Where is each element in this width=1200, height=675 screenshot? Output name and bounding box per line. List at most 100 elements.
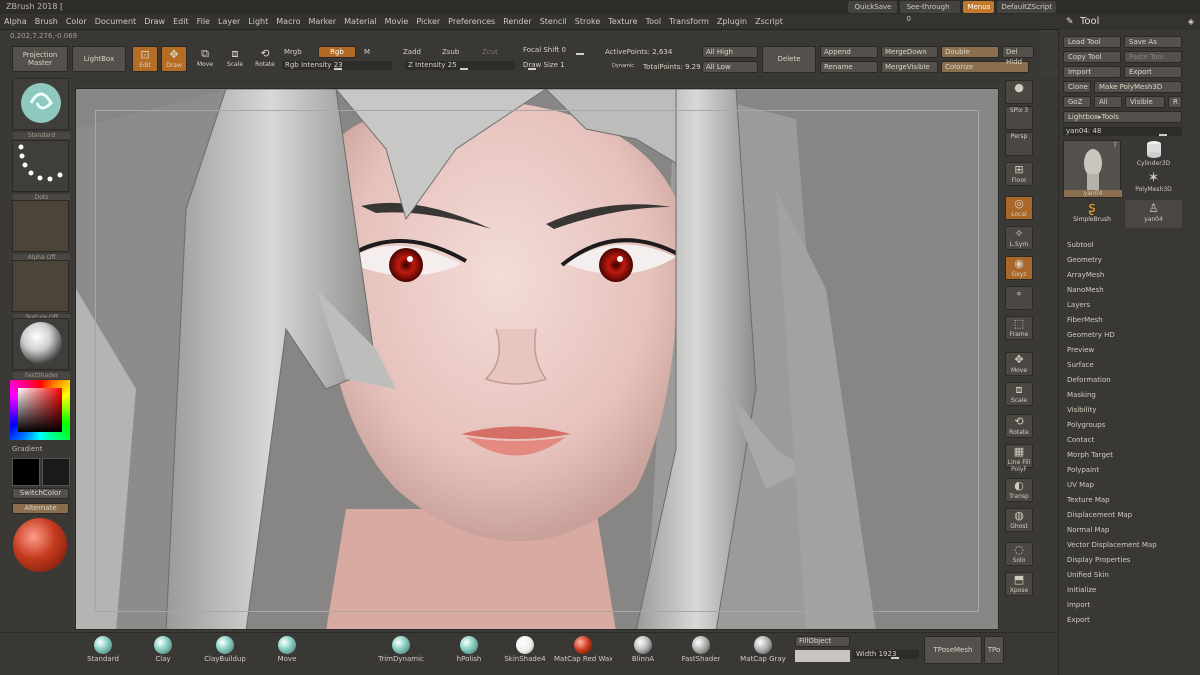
rename-button[interactable]: Rename [820,61,878,73]
subpalette-initialize[interactable]: Initialize [1067,583,1197,598]
menu-stroke[interactable]: Stroke [571,14,605,30]
goz-r-button[interactable]: R [1168,96,1182,108]
menu-tool[interactable]: Tool [642,14,666,30]
color-picker[interactable] [10,380,70,440]
subpalette-nanomesh[interactable]: NanoMesh [1067,283,1197,298]
zadd-toggle[interactable]: Zadd [403,48,421,56]
menu-document[interactable]: Document [91,14,140,30]
draw-size-knob[interactable] [528,68,536,70]
subpalette-arraymesh[interactable]: ArrayMesh [1067,268,1197,283]
gradient-toggle[interactable]: Gradient [12,445,42,453]
tpose-secondary-button[interactable]: TPo [984,636,1004,664]
right-tray-button-item-0[interactable]: ● [1005,80,1033,104]
m-toggle[interactable]: M [364,48,370,56]
menu-texture[interactable]: Texture [604,14,641,30]
draw-size-slider[interactable]: Draw Size 1 [520,61,600,70]
right-tray-button-l-sym[interactable]: ✧ L.Sym [1005,226,1033,250]
right-tray-button-ghost[interactable]: ◍ Ghost [1005,508,1033,532]
material-thumbnail[interactable]: FastShader [12,318,70,379]
menu-light[interactable]: Light [244,14,272,30]
brush-thumbnail[interactable]: Standard [12,78,70,139]
alpha-thumbnail[interactable]: Alpha Off [12,200,70,261]
current-tool-knob[interactable] [1159,134,1167,136]
subpalette-preview[interactable]: Preview [1067,343,1197,358]
stroke-thumbnail[interactable]: Dots [12,140,70,201]
del-hidden-button[interactable]: Del Hidd [1002,46,1034,66]
menu-marker[interactable]: Marker [304,14,340,30]
subpalette-polypaint[interactable]: Polypaint [1067,463,1197,478]
secondary-color-swatch[interactable] [42,458,70,486]
switch-color-button[interactable]: SwitchColor [12,488,69,499]
main-color-swatch[interactable] [12,458,40,486]
subpalette-unified-skin[interactable]: Unified Skin [1067,568,1197,583]
menu-edit[interactable]: Edit [169,14,193,30]
subpalette-deformation[interactable]: Deformation [1067,373,1197,388]
material-slot-matcap-red-wax[interactable]: MatCap Red Wax [554,634,612,668]
export-button[interactable]: Export [1124,66,1182,78]
delete-button[interactable]: Delete [762,46,816,73]
scale-mode-button[interactable]: ⧈ Scale [222,46,248,72]
lightbox-tools-button[interactable]: Lightbox▸Tools [1063,111,1182,123]
material-slot-matcap-gray[interactable]: MatCap Gray [734,634,792,668]
brush-slot-standard[interactable]: Standard [74,634,132,668]
material-slot-blinna[interactable]: BlinnA [614,634,672,668]
material-slot-fastshader[interactable]: FastShader [672,634,730,668]
menu-zscript[interactable]: Zscript [751,14,787,30]
dynamic-toggle[interactable]: Dynamic [612,63,634,69]
right-tray-button-local[interactable]: ◎ Local [1005,196,1033,220]
load-tool-button[interactable]: Load Tool [1063,36,1121,48]
clone-button[interactable]: Clone [1063,81,1091,93]
material-slot-skinshade4[interactable]: SkinShade4 [496,634,554,668]
rotate-mode-button[interactable]: ⟲ Rotate [252,46,278,72]
menu-transform[interactable]: Transform [665,14,713,30]
append-button[interactable]: Append [820,46,878,58]
width-slider[interactable]: Width 1923 [853,650,919,659]
right-tray-button-spix-3[interactable]: SPix 3 [1005,106,1033,130]
z-intensity-knob[interactable] [460,68,468,70]
projection-master-button[interactable]: Projection Master [12,46,68,72]
subpalette-export[interactable]: Export [1067,613,1197,628]
brush-slot-hpolish[interactable]: hPolish [440,634,498,668]
width-knob[interactable] [891,657,899,659]
tool-thumb-polymesh[interactable]: ✶ PolyMesh3D [1125,170,1182,198]
subpalette-geometry[interactable]: Geometry [1067,253,1197,268]
fill-object-button[interactable]: FillObject [795,636,850,647]
goz-visible-button[interactable]: Visible [1125,96,1165,108]
brush-slot-trimdynamic[interactable]: TrimDynamic [372,634,430,668]
menu-picker[interactable]: Picker [412,14,444,30]
rgb-intensity-slider[interactable]: Rgb Intensity 23 [282,61,392,70]
brush-slot-move[interactable]: Move [258,634,316,668]
tool-thumb-simplebrush[interactable]: ʂ SimpleBrush [1063,200,1121,228]
brush-slot-claybuildup[interactable]: ClayBuildup [196,634,254,668]
draw-mode-button[interactable]: ✥ Draw [161,46,187,72]
right-tray-button-solo[interactable]: ◌ Solo [1005,542,1033,566]
subpalette-display-properties[interactable]: Display Properties [1067,553,1197,568]
right-tray-button-rotate[interactable]: ⟲ Rotate [1005,414,1033,438]
paste-tool-button[interactable]: Paste Tool [1124,51,1182,63]
menu-movie[interactable]: Movie [381,14,413,30]
focal-shift-slider[interactable]: Focal Shift 0 [520,46,600,55]
canvas-viewport[interactable] [75,88,999,630]
save-as-button[interactable]: Save As [1124,36,1182,48]
menu-zplugin[interactable]: Zplugin [713,14,751,30]
tool-thumb-yan04[interactable]: 7 yan04 [1063,140,1122,198]
menu-macro[interactable]: Macro [272,14,304,30]
alternate-toggle[interactable]: Alternate [12,503,69,514]
menu-render[interactable]: Render [499,14,535,30]
mrgb-toggle[interactable]: Mrgb [284,48,302,56]
subpalette-import[interactable]: Import [1067,598,1197,613]
subpalette-surface[interactable]: Surface [1067,358,1197,373]
menu-material[interactable]: Material [340,14,381,30]
merge-visible-button[interactable]: MergeVisible [881,61,938,73]
subpalette-normal-map[interactable]: Normal Map [1067,523,1197,538]
subpalette-morph-target[interactable]: Morph Target [1067,448,1197,463]
subpalette-geometry-hd[interactable]: Geometry HD [1067,328,1197,343]
import-button[interactable]: Import [1063,66,1121,78]
subpalette-layers[interactable]: Layers [1067,298,1197,313]
red-wax-material-preview[interactable] [13,518,67,572]
right-tray-button-floor[interactable]: ⊞ Floor [1005,162,1033,186]
menu-stencil[interactable]: Stencil [536,14,571,30]
right-tray-button-move[interactable]: ✥ Move [1005,352,1033,376]
right-tray-button-frame[interactable]: ⬚ Frame [1005,316,1033,340]
copy-tool-button[interactable]: Copy Tool [1063,51,1121,63]
